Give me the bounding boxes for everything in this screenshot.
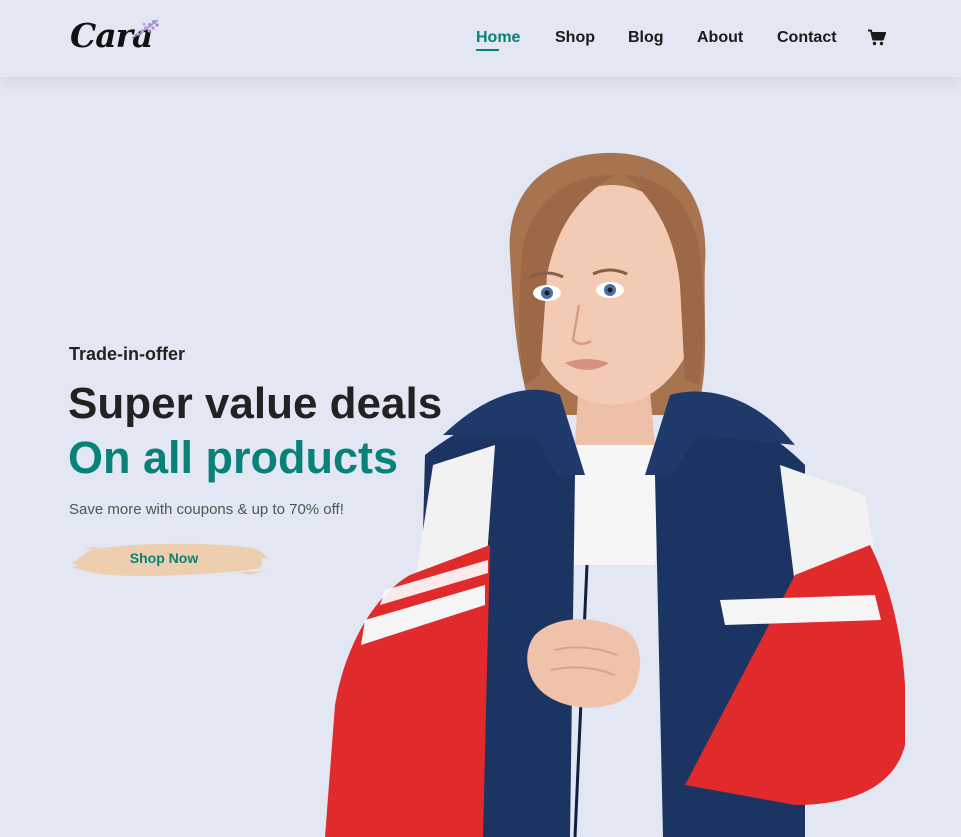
hero-model-image — [325, 152, 905, 837]
nav-active-indicator — [476, 49, 499, 51]
nav-home[interactable]: Home — [476, 29, 520, 47]
hero-eyebrow: Trade-in-offer — [69, 344, 186, 364]
nav-blog[interactable]: Blog — [628, 29, 664, 47]
shopping-cart-icon[interactable] — [868, 29, 886, 46]
shop-now-button[interactable]: Shop Now — [70, 538, 270, 580]
nav-about[interactable]: About — [697, 29, 743, 47]
nav-shop[interactable]: Shop — [555, 29, 595, 47]
hero-title-line2: On all products — [68, 432, 399, 483]
nav-contact[interactable]: Contact — [777, 29, 837, 47]
shop-now-label: Shop Now — [129, 550, 199, 566]
hero-title-line1: Super value deals — [68, 379, 443, 428]
site-header: Cara Home Shop Blog About Contact — [0, 0, 961, 77]
hero-subtitle: Save more with coupons & up to 70% off! — [69, 501, 344, 518]
